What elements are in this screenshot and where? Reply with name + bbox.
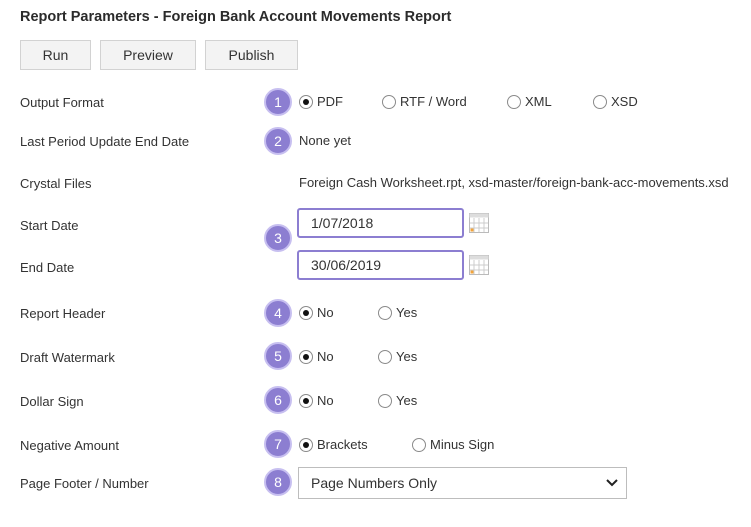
preview-button[interactable]: Preview	[100, 40, 196, 70]
radio-selected-indicator	[299, 305, 313, 320]
step-badge-4: 4	[264, 299, 292, 327]
radio-label: Yes	[396, 349, 418, 364]
radio-label: Yes	[396, 393, 418, 408]
radio-label: RTF / Word	[400, 94, 467, 109]
crystal-files-label: Crystal Files	[20, 176, 92, 191]
step-badge-8: 8	[264, 468, 292, 496]
dollar-sign-no-radio[interactable]: No	[299, 393, 334, 408]
radio-indicator	[378, 393, 392, 408]
output-format-rtf-radio[interactable]: RTF / Word	[382, 94, 467, 109]
calendar-icon[interactable]	[469, 255, 489, 275]
last-period-label: Last Period Update End Date	[20, 134, 190, 149]
calendar-icon[interactable]	[469, 213, 489, 233]
report-header-yes-radio[interactable]: Yes	[378, 305, 417, 320]
report-header-no-radio[interactable]: No	[299, 305, 334, 320]
end-date-input[interactable]: 30/06/2019	[297, 250, 464, 280]
draft-watermark-yes-radio[interactable]: Yes	[378, 349, 417, 364]
step-badge-1: 1	[264, 88, 292, 116]
radio-label: No	[317, 393, 334, 408]
radio-selected-indicator	[299, 393, 313, 408]
dollar-sign-label: Dollar Sign	[20, 394, 84, 409]
radio-label: Brackets	[317, 437, 368, 452]
radio-label: XML	[525, 94, 552, 109]
end-date-label: End Date	[20, 260, 75, 275]
page-footer-select[interactable]: Page Numbers Only	[298, 467, 627, 499]
radio-label: XSD	[611, 94, 638, 109]
crystal-files-value: Foreign Cash Worksheet.rpt, xsd-master/f…	[299, 175, 729, 190]
radio-selected-indicator	[299, 437, 313, 452]
negative-amount-brackets-radio[interactable]: Brackets	[299, 437, 368, 452]
report-header-label: Report Header	[20, 306, 106, 321]
start-date-label: Start Date	[20, 218, 79, 233]
negative-amount-label: Negative Amount	[20, 438, 120, 453]
radio-label: Yes	[396, 305, 418, 320]
radio-indicator	[507, 94, 521, 109]
radio-selected-indicator	[299, 94, 313, 109]
step-badge-5: 5	[264, 342, 292, 370]
radio-selected-indicator	[299, 349, 313, 364]
step-badge-7: 7	[264, 430, 292, 458]
radio-label: No	[317, 349, 334, 364]
draft-watermark-no-radio[interactable]: No	[299, 349, 334, 364]
run-button[interactable]: Run	[20, 40, 91, 70]
negative-amount-minus-radio[interactable]: Minus Sign	[412, 437, 494, 452]
radio-indicator	[382, 94, 396, 109]
publish-button[interactable]: Publish	[205, 40, 298, 70]
step-badge-3: 3	[264, 224, 292, 252]
output-format-xsd-radio[interactable]: XSD	[593, 94, 638, 109]
radio-label: No	[317, 305, 334, 320]
output-format-xml-radio[interactable]: XML	[507, 94, 552, 109]
chevron-down-icon	[606, 479, 618, 487]
page-footer-label: Page Footer / Number	[20, 476, 149, 491]
radio-indicator	[378, 305, 392, 320]
draft-watermark-label: Draft Watermark	[20, 350, 115, 365]
step-badge-6: 6	[264, 386, 292, 414]
page-title: Report Parameters - Foreign Bank Account…	[20, 9, 452, 25]
dollar-sign-yes-radio[interactable]: Yes	[378, 393, 417, 408]
step-badge-2: 2	[264, 127, 292, 155]
start-date-input[interactable]: 1/07/2018	[297, 208, 464, 238]
last-period-value: None yet	[299, 133, 352, 148]
radio-indicator	[593, 94, 607, 109]
output-format-pdf-radio[interactable]: PDF	[299, 94, 343, 109]
page-footer-selected-value: Page Numbers Only	[311, 475, 438, 491]
radio-indicator	[378, 349, 392, 364]
radio-label: PDF	[317, 94, 343, 109]
output-format-label: Output Format	[20, 95, 104, 110]
radio-indicator	[412, 437, 426, 452]
radio-label: Minus Sign	[430, 437, 495, 452]
